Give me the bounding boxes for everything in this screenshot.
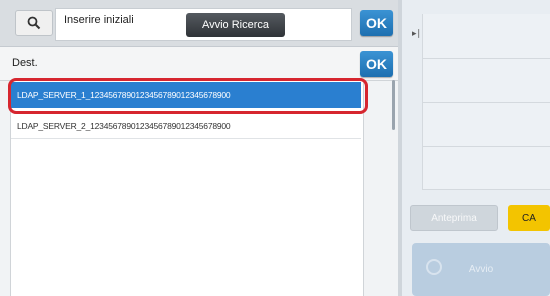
settings-divider: [422, 58, 550, 59]
search-bar: Inserire iniziali Avvio Ricerca OK: [0, 0, 402, 47]
start-search-button[interactable]: Avvio Ricerca: [186, 13, 285, 37]
destination-bar: Dest. OK: [0, 47, 402, 81]
search-icon: [27, 16, 41, 30]
address-panel: Inserire iniziali Avvio Ricerca OK Dest.…: [0, 0, 402, 296]
list-scrollbar[interactable]: [392, 80, 395, 130]
settings-divider: [422, 146, 550, 147]
destination-label: Dest.: [12, 57, 38, 69]
action-panel: ▸∣ Anteprima CA Avvio: [402, 0, 550, 296]
preview-button[interactable]: Anteprima: [410, 205, 498, 231]
start-button[interactable]: Avvio: [412, 243, 550, 296]
expand-arrow-icon[interactable]: ▸∣: [412, 28, 421, 39]
selection-highlight-frame: [8, 78, 368, 114]
search-button[interactable]: [15, 10, 53, 36]
list-item-ldap-server-2[interactable]: LDAP_SERVER_2_12345678901234567890123456…: [11, 113, 361, 139]
search-ok-button[interactable]: OK: [360, 10, 393, 36]
start-icon: [426, 259, 442, 275]
settings-divider: [422, 189, 550, 190]
destination-ok-button[interactable]: OK: [360, 51, 393, 77]
start-button-label: Avvio: [468, 264, 494, 275]
search-input-label: Inserire iniziali: [64, 14, 134, 26]
search-input[interactable]: Inserire iniziali Avvio Ricerca: [55, 8, 352, 41]
clear-all-button[interactable]: CA: [508, 205, 550, 231]
settings-divider: [422, 102, 550, 103]
